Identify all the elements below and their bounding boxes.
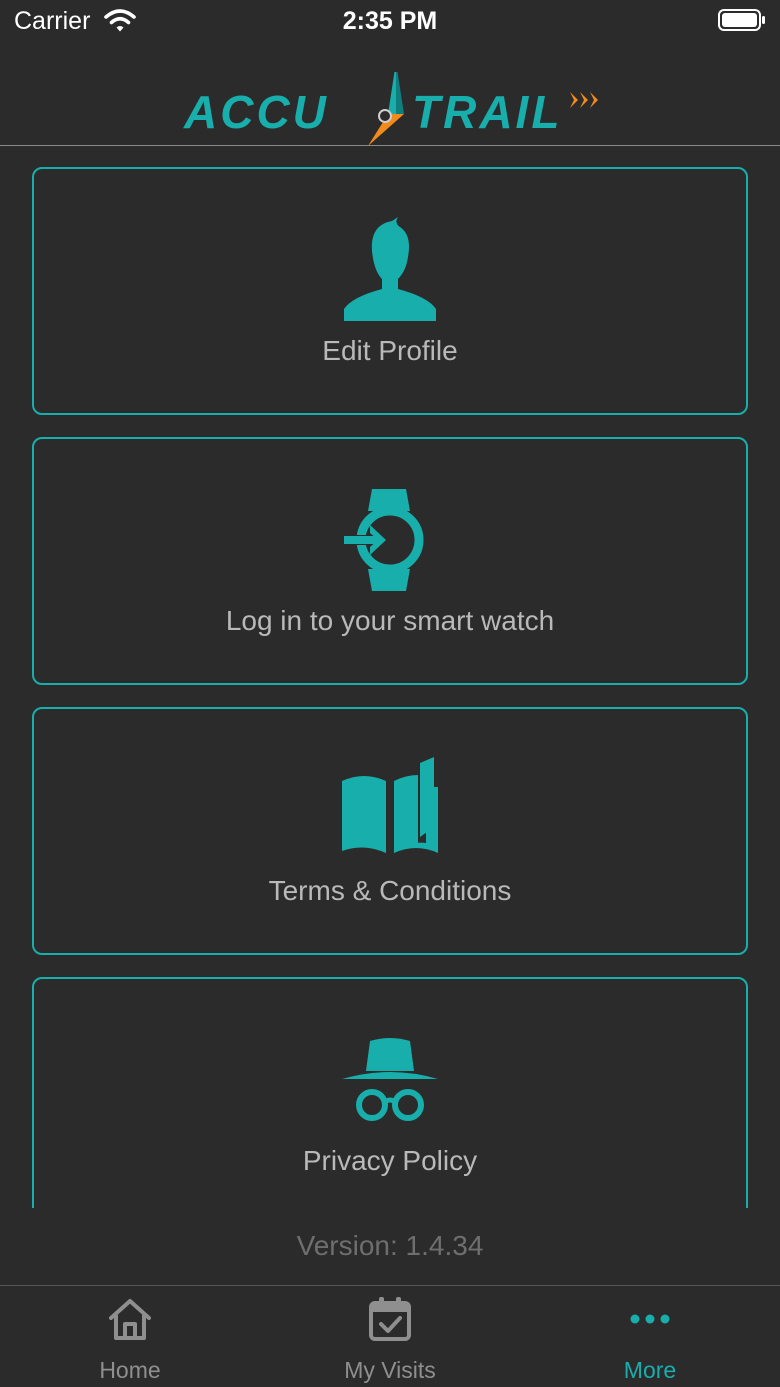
tab-bar: Home My Visits More (0, 1285, 780, 1387)
status-bar: Carrier 2:35 PM (0, 0, 780, 44)
logo-text-trail: TRAIL (412, 86, 562, 138)
tab-more[interactable]: More (520, 1286, 780, 1387)
edit-profile-label: Edit Profile (322, 335, 458, 366)
more-screen: Carrier 2:35 PM ACCU TRAIL Edit Profile … (0, 0, 780, 1387)
app-version: Version: 1.4.34 (296, 1230, 484, 1261)
tab-more-label: More (623, 1357, 677, 1383)
smartwatch-login-label: Log in to your smart watch (225, 605, 555, 636)
user-profile-icon (344, 217, 436, 321)
terms-conditions-card[interactable]: Terms & Conditions (32, 707, 748, 955)
privacy-policy-card[interactable]: Privacy Policy (32, 977, 748, 1208)
accutrail-logo: ACCU TRAIL (183, 72, 598, 146)
tab-home-label: Home (99, 1357, 161, 1383)
tab-home[interactable]: Home (0, 1286, 260, 1387)
logo-arrows-icon (570, 92, 598, 108)
app-header: ACCU TRAIL (0, 44, 780, 146)
more-dots-icon (630, 1314, 670, 1324)
terms-conditions-label: Terms & Conditions (268, 875, 512, 906)
compass-needle-icon (368, 72, 404, 146)
more-menu-list[interactable]: Edit Profile Log in to your smart watch … (0, 146, 780, 1208)
home-icon (109, 1299, 151, 1340)
privacy-policy-label: Privacy Policy (302, 1145, 478, 1176)
status-time: 2:35 PM (342, 7, 438, 35)
battery-icon (718, 9, 765, 31)
logo-text-accu: ACCU (183, 86, 329, 138)
incognito-icon (342, 1038, 438, 1121)
tab-my-visits-label: My Visits (344, 1357, 436, 1383)
edit-profile-card[interactable]: Edit Profile (32, 167, 748, 415)
calendar-check-icon (369, 1297, 411, 1341)
smartwatch-login-card[interactable]: Log in to your smart watch (32, 437, 748, 685)
tab-my-visits[interactable]: My Visits (260, 1286, 520, 1387)
open-book-icon (342, 757, 438, 853)
smartwatch-login-icon (344, 489, 424, 591)
